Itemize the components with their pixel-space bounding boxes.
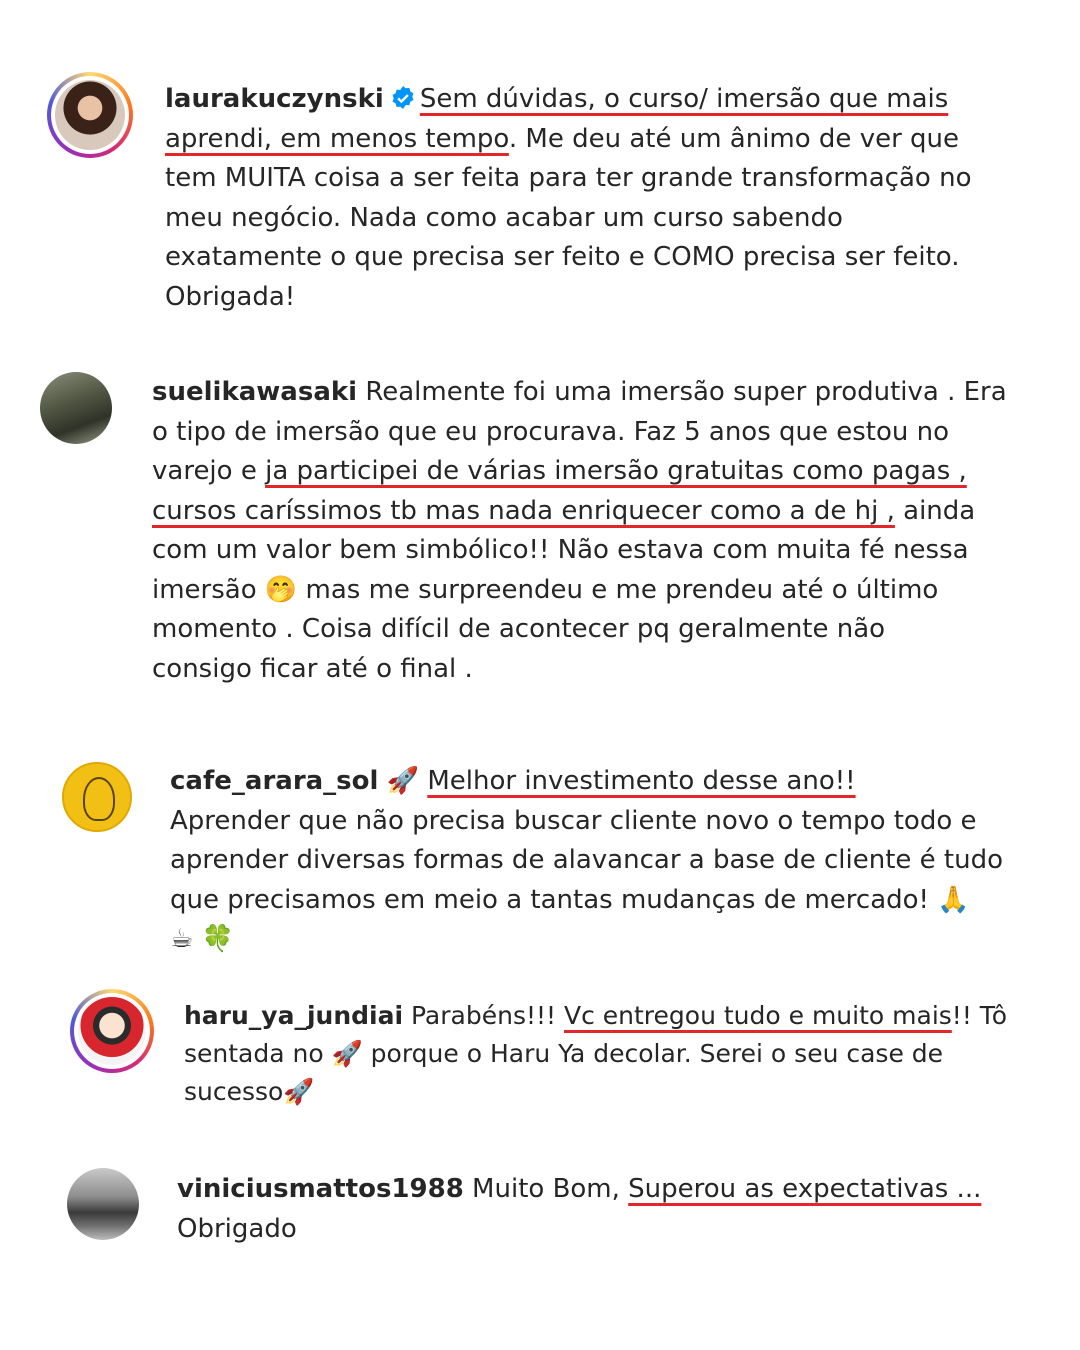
woman-portrait-avatar[interactable] [55,80,125,150]
highlighted-text: ja participei de várias imersão gratuita… [265,456,967,486]
car-photo-avatar[interactable] [67,1168,139,1240]
username[interactable]: cafe_arara_sol [170,766,378,796]
logo-mark-icon [83,777,115,821]
highlighted-text: Vc entregou tudo e muito mais [563,1001,952,1030]
yellow-logo-avatar[interactable] [62,762,132,832]
username[interactable]: viniciusmattos1988 [177,1174,464,1204]
cartoon-avatar[interactable] [78,997,146,1065]
highlighted-text: Sem dúvidas, o curso/ imersão que mais [419,84,949,114]
highlighted-text: Melhor investimento desse ano!! [427,766,856,796]
username[interactable]: suelikawasaki [152,377,357,407]
verified-badge-icon [392,86,414,109]
highlighted-text: Superou as expectativas ... [628,1174,982,1204]
username[interactable]: haru_ya_jundiai [184,1001,403,1030]
highlighted-text: aprendi, em menos tempo [165,123,509,154]
outdoor-photo-avatar[interactable] [40,372,112,444]
highlighted-text: cursos caríssimos tb mas nada enriquecer… [152,495,895,526]
username[interactable]: laurakuczynski [165,84,384,114]
